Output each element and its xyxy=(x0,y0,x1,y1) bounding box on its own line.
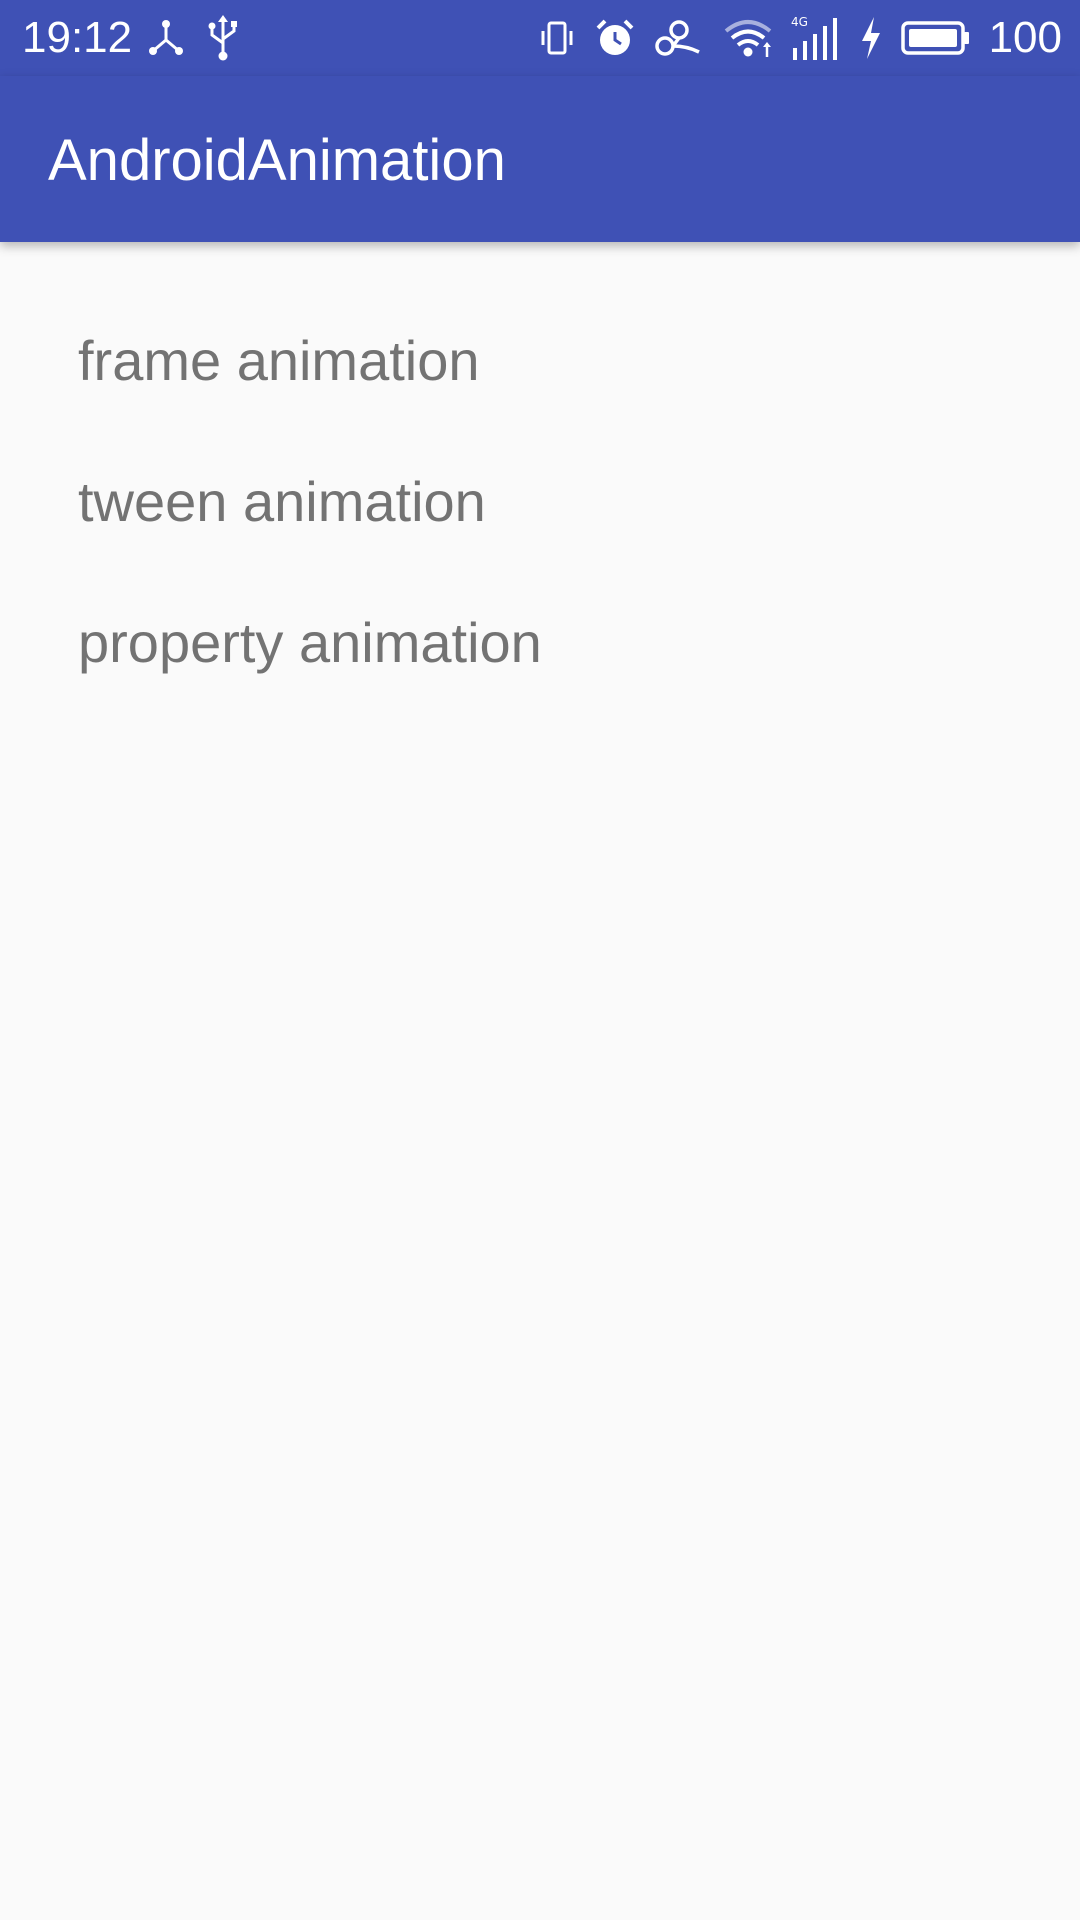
wifi-icon xyxy=(723,17,773,59)
vibrate-icon xyxy=(537,18,577,58)
status-right-icons: 4G 100 xyxy=(537,8,1062,68)
menu-item-property-animation[interactable]: property animation xyxy=(78,608,542,678)
alarm-icon xyxy=(595,18,635,58)
status-left-icons xyxy=(146,12,240,64)
signal-4g-icon: 4G xyxy=(791,14,841,62)
status-time: 19:12 xyxy=(22,13,133,62)
status-bar: 19:12 4G 100 xyxy=(0,0,1080,76)
menu-item-frame-animation[interactable]: frame animation xyxy=(78,326,480,396)
menu-item-tween-animation[interactable]: tween animation xyxy=(78,467,486,537)
hotspot-icon xyxy=(653,18,705,58)
app-title: AndroidAnimation xyxy=(48,128,506,193)
app-bar: AndroidAnimation xyxy=(0,76,1080,242)
screen: 19:12 4G 100 AndroidAnimation frame anim… xyxy=(0,0,1080,1920)
usb-icon xyxy=(206,15,240,61)
battery-percent: 100 xyxy=(988,13,1062,62)
usb-tether-icon xyxy=(146,18,186,58)
charging-icon xyxy=(859,17,883,59)
content-area: frame animation tween animation property… xyxy=(0,242,1080,1920)
signal-4g-label: 4G xyxy=(791,15,808,29)
battery-icon xyxy=(900,20,971,56)
